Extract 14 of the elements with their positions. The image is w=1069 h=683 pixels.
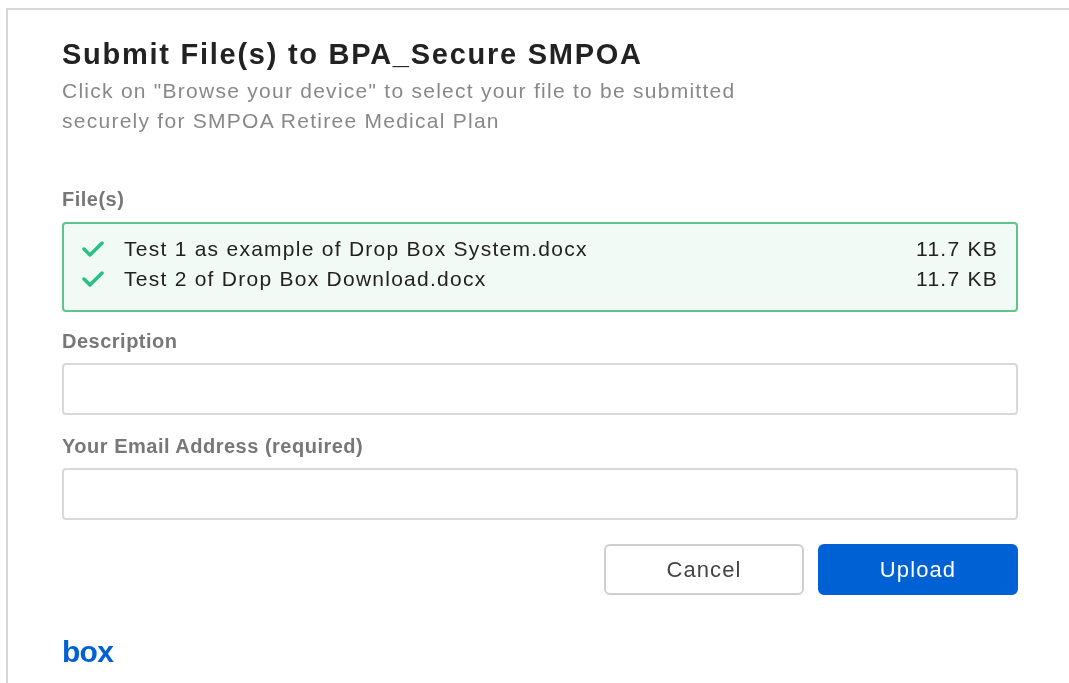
box-logo: box <box>62 635 114 668</box>
input-field[interactable] <box>62 363 1018 415</box>
file-size: 11.7 KB <box>916 266 998 293</box>
file-size: 11.7 KB <box>916 236 998 263</box>
file-name: Test 2 of Drop Box Download.docx <box>124 266 488 293</box>
dialog-description: Click on "Browse your device" to select your file to be submitted securely for SMPOA Retiree Medical Plan <box>62 78 737 134</box>
upload-button[interactable]: Upload <box>818 544 1018 595</box>
field-label: Description <box>62 329 179 354</box>
file-name: Test 1 as example of Drop Box System.docx <box>124 236 589 263</box>
cancel-button[interactable]: Cancel <box>604 544 804 595</box>
dialog-title: Submit File(s) to BPA_Secure SMPOA <box>62 37 644 72</box>
field-label: Your Email Address (required) <box>62 434 365 459</box>
input-field[interactable] <box>62 468 1018 520</box>
files-label: File(s) <box>62 187 126 212</box>
